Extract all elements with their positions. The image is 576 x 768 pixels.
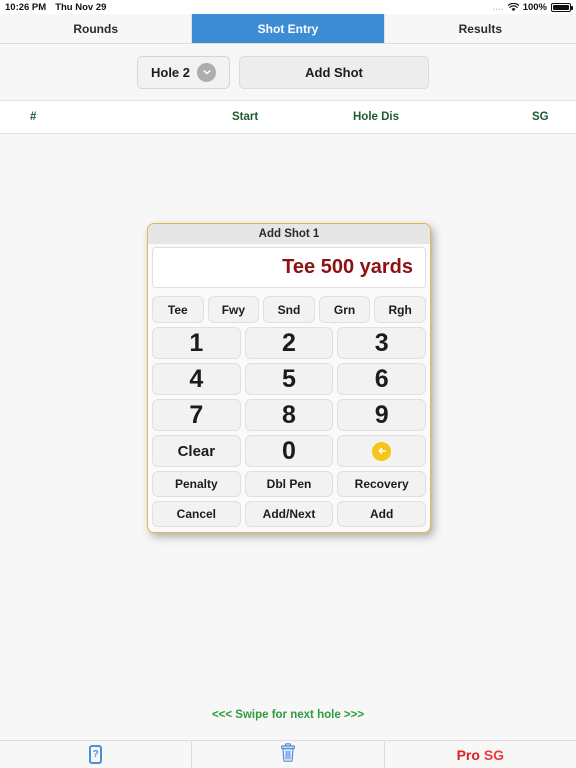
add-shot-dialog: Add Shot 1 Tee 500 yards Tee Fwy Snd Grn…: [147, 223, 431, 533]
keypad-key-2[interactable]: 2: [244, 327, 334, 359]
dbl-pen-button[interactable]: Dbl Pen: [244, 471, 334, 497]
keypad-key-9[interactable]: 9: [337, 399, 427, 431]
wifi-icon: [507, 2, 519, 12]
backspace-arrow-icon: [372, 441, 392, 461]
signal-dots-icon: ....: [492, 2, 504, 12]
pro-sg-part2: SG: [483, 746, 505, 763]
lie-button-fwy[interactable]: Fwy: [207, 296, 260, 323]
tab-rounds[interactable]: Rounds: [0, 14, 193, 43]
dialog-footer-row: Cancel Add/Next Add: [152, 501, 427, 527]
column-header-hole-dis: Hole Dis: [353, 111, 400, 123]
battery-percent: 100%: [522, 1, 547, 13]
keypad-clear-button[interactable]: Clear: [152, 435, 241, 467]
lie-button-row: Tee Fwy Snd Grn Rgh: [152, 296, 426, 323]
dialog-body: Tee Fwy Snd Grn Rgh 1 2 3 4 5 6 7 8 9 Cl…: [148, 288, 430, 532]
help-button[interactable]: ?: [0, 741, 193, 768]
lie-button-tee[interactable]: Tee: [152, 296, 204, 323]
keypad-key-1[interactable]: 1: [152, 327, 241, 359]
bottom-toolbar: ? Pro SG: [0, 740, 576, 768]
shot-value-display: Tee 500 yards: [152, 247, 426, 288]
keypad-row-1: 1 2 3: [152, 327, 427, 359]
chevron-down-icon: [197, 62, 216, 82]
keypad-backspace-button[interactable]: [337, 435, 427, 467]
shot-table-header: # Start Hole Dis SG: [0, 101, 576, 134]
penalty-button-row: Penalty Dbl Pen Recovery: [152, 471, 427, 497]
hole-selector-label: Hole 2: [150, 64, 190, 80]
keypad-key-3[interactable]: 3: [337, 327, 427, 359]
tab-results[interactable]: Results: [384, 14, 576, 43]
keypad-key-6[interactable]: 6: [337, 363, 427, 395]
dialog-title: Add Shot 1: [148, 224, 430, 244]
pro-sg-part1: Pro: [456, 746, 480, 763]
help-question-icon: ?: [89, 745, 103, 764]
keypad-key-8[interactable]: 8: [244, 399, 334, 431]
column-header-sg: SG: [532, 111, 549, 123]
status-right-group: .... 100%: [492, 1, 573, 13]
cancel-button[interactable]: Cancel: [152, 501, 241, 527]
add-next-button[interactable]: Add/Next: [244, 501, 334, 527]
keypad-key-5[interactable]: 5: [244, 363, 334, 395]
segmented-tab-bar: Rounds Shot Entry Results: [0, 14, 576, 44]
toolbar: Hole 2 Add Shot: [0, 44, 576, 101]
lie-button-rgh[interactable]: Rgh: [374, 296, 426, 323]
keypad-key-0[interactable]: 0: [244, 435, 334, 467]
hole-selector[interactable]: Hole 2: [137, 55, 230, 89]
keypad-key-7[interactable]: 7: [152, 399, 241, 431]
trash-icon: [280, 742, 296, 767]
swipe-hint-text: <<< Swipe for next hole >>>: [211, 709, 365, 721]
status-date: Thu Nov 29: [55, 1, 107, 13]
delete-button[interactable]: [192, 741, 385, 768]
add-shot-button[interactable]: Add Shot: [239, 55, 429, 89]
keypad-key-4[interactable]: 4: [152, 363, 241, 395]
add-button[interactable]: Add: [337, 501, 427, 527]
recovery-button[interactable]: Recovery: [337, 471, 427, 497]
keypad-row-2: 4 5 6: [152, 363, 427, 395]
column-header-number: #: [30, 111, 37, 123]
pro-sg-button[interactable]: Pro SG: [385, 741, 576, 768]
keypad-row-3: 7 8 9: [152, 399, 427, 431]
battery-icon: [551, 2, 573, 12]
column-header-start: Start: [232, 111, 259, 123]
penalty-button[interactable]: Penalty: [152, 471, 241, 497]
status-time: 10:26 PM: [5, 1, 47, 13]
lie-button-grn[interactable]: Grn: [318, 296, 371, 323]
status-bar: 10:26 PM Thu Nov 29 .... 100%: [0, 0, 576, 14]
lie-button-snd[interactable]: Snd: [263, 296, 315, 323]
pro-sg-label: Pro SG: [457, 747, 504, 763]
tab-shot-entry[interactable]: Shot Entry: [192, 14, 385, 43]
keypad-row-4: Clear 0: [152, 435, 427, 467]
